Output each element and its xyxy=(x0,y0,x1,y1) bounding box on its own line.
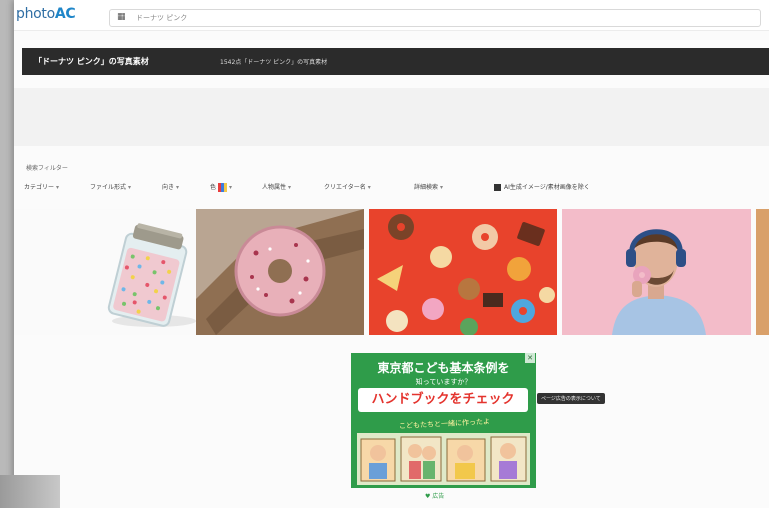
filter-creator-label: クリエイター名 xyxy=(324,184,366,191)
filter-file-format-label: ファイル形式 xyxy=(90,184,127,191)
page-title: 「ドーナツ ピンク」の写真素材 xyxy=(34,57,149,66)
chevron-down-icon: ▾ xyxy=(367,184,371,191)
browser-page: photoAC ▦ ドーナツ ピンク 「ドーナツ ピンク」の写真素材 1542点… xyxy=(14,0,769,508)
filter-category[interactable]: カテゴリー ▾ xyxy=(24,181,59,194)
checkbox-icon xyxy=(494,184,501,191)
logo-accent: AC xyxy=(54,6,76,22)
chevron-down-icon: ▾ xyxy=(56,184,60,191)
filter-category-label: カテゴリー xyxy=(24,184,55,191)
exclude-ai-checkbox[interactable]: AI生成イメージ/素材画像を除く xyxy=(494,181,590,194)
photo-sweets-on-red[interactable] xyxy=(369,209,557,335)
chevron-down-icon: ▾ xyxy=(440,184,444,191)
search-input[interactable]: ▦ ドーナツ ピンク xyxy=(109,9,761,27)
filter-advanced[interactable]: 詳細検索 ▾ xyxy=(414,181,443,194)
ad-close-icon[interactable]: ✕ xyxy=(525,353,535,363)
exclude-ai-label: AI生成イメージ/素材画像を除く xyxy=(504,184,590,191)
filter-orientation[interactable]: 向き ▾ xyxy=(162,181,179,194)
logo-text: photo xyxy=(16,6,55,22)
photo-sprinkles-jar[interactable] xyxy=(14,209,196,335)
chevron-down-icon: ▾ xyxy=(176,184,180,191)
photo-pink-donut[interactable] xyxy=(196,209,364,335)
filter-orientation-label: 向き xyxy=(162,184,175,191)
search-query: ドーナツ ピンク xyxy=(136,14,188,22)
ad-subline: 知っていますか？ xyxy=(415,378,472,386)
banner-area xyxy=(14,88,769,146)
filter-color[interactable]: 色 ▾ xyxy=(210,181,232,194)
ad-cta: ハンドブックをチェック xyxy=(358,388,528,412)
search-icon[interactable]: ▦ xyxy=(117,12,126,22)
filter-file-format[interactable]: ファイル形式 ▾ xyxy=(90,181,131,194)
filter-bar: カテゴリー ▾ ファイル形式 ▾ 向き ▾ 色 ▾ 人物属性 ▾ クリエイター名 ▾ 詳細検… xyxy=(24,181,769,195)
photo-man-headphones[interactable] xyxy=(562,209,751,335)
ad-illustration xyxy=(357,433,530,485)
filter-advanced-label: 詳細検索 xyxy=(414,184,439,191)
ad-info-text: 広告 xyxy=(432,493,445,500)
filter-color-label: 色 xyxy=(210,184,217,191)
site-logo[interactable]: photoAC xyxy=(16,6,76,22)
ad-headline: 東京都こども基本条例を xyxy=(377,361,510,375)
filter-label: 検索フィルター xyxy=(26,165,68,172)
site-header: photoAC ▦ ドーナツ ピンク xyxy=(14,0,769,31)
photo-partial[interactable] xyxy=(756,209,769,335)
filter-person-label: 人物属性 xyxy=(262,184,287,191)
chevron-down-icon: ▾ xyxy=(128,184,132,191)
photo-grid xyxy=(14,209,769,335)
color-swatch-icon xyxy=(218,183,228,192)
chevron-down-icon: ▾ xyxy=(288,184,292,191)
filter-person[interactable]: 人物属性 ▾ xyxy=(262,181,291,194)
filter-creator[interactable]: クリエイター名 ▾ xyxy=(324,181,371,194)
chevron-down-icon: ▾ xyxy=(229,184,233,191)
ad-caption: こどもたちと一緒に作ったよ xyxy=(398,417,491,431)
ad-section: 東京都こども基本条例を 知っていますか？ ハンドブックをチェック こどもたちと一… xyxy=(14,345,769,508)
result-count: 1542点「ドーナツ ピンク」の写真素材 xyxy=(220,59,328,66)
window-shadow xyxy=(0,475,60,508)
ad-tooltip: ページ広告の表示について xyxy=(537,393,605,404)
ad-info-label[interactable]: ♥ 広告 xyxy=(425,491,444,500)
result-title-bar: 「ドーナツ ピンク」の写真素材 1542点「ドーナツ ピンク」の写真素材 xyxy=(22,48,769,75)
ad-banner[interactable]: 東京都こども基本条例を 知っていますか？ ハンドブックをチェック こどもたちと一… xyxy=(351,353,536,488)
